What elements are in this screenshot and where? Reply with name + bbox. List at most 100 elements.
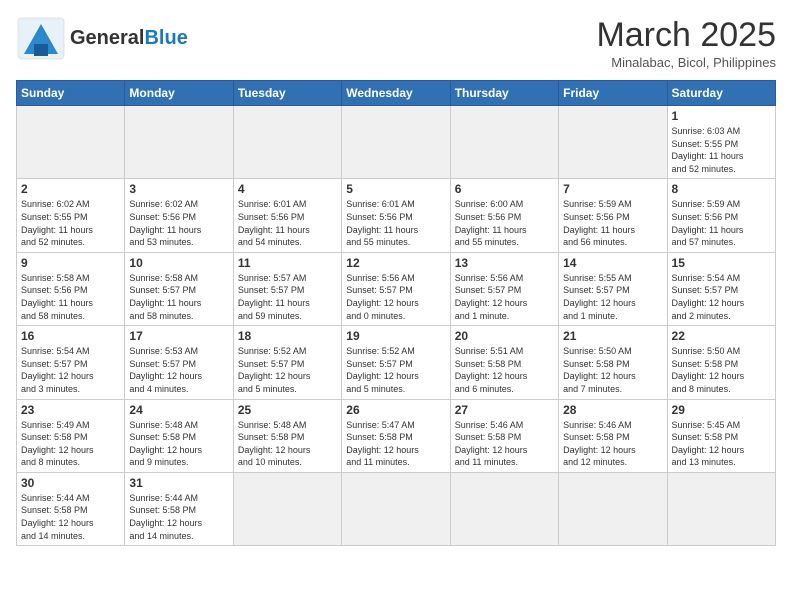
day-info: Sunrise: 5:56 AM Sunset: 5:57 PM Dayligh… bbox=[346, 272, 445, 322]
day-info: Sunrise: 5:53 AM Sunset: 5:57 PM Dayligh… bbox=[129, 345, 228, 395]
day-number: 1 bbox=[672, 109, 771, 123]
day-info: Sunrise: 5:48 AM Sunset: 5:58 PM Dayligh… bbox=[238, 419, 337, 469]
day-cell-12: 12 Sunrise: 5:56 AM Sunset: 5:57 PM Dayli… bbox=[342, 252, 450, 325]
logo: GeneralBlue bbox=[16, 16, 188, 61]
calendar-row: 2Sunrise: 6:02 AM Sunset: 5:55 PM Daylig… bbox=[17, 179, 776, 252]
weekday-thursday: Thursday bbox=[450, 81, 558, 106]
empty-cell bbox=[125, 106, 233, 179]
day-number: 13 bbox=[455, 256, 554, 270]
weekday-friday: Friday bbox=[559, 81, 667, 106]
day-number: 18 bbox=[238, 329, 337, 343]
day-number: 2 bbox=[21, 182, 120, 196]
day-cell-31: 31Sunrise: 5:44 AM Sunset: 5:58 PM Dayli… bbox=[125, 472, 233, 545]
day-cell-13: 13 Sunrise: 5:56 AM Sunset: 5:57 PM Dayli… bbox=[450, 252, 558, 325]
weekday-tuesday: Tuesday bbox=[233, 81, 341, 106]
empty-cell bbox=[233, 472, 341, 545]
calendar-table: SundayMondayTuesdayWednesdayThursdayFrid… bbox=[16, 80, 776, 546]
day-number: 22 bbox=[672, 329, 771, 343]
day-cell-24: 24 Sunrise: 5:48 AM Sunset: 5:58 PM Dayli… bbox=[125, 399, 233, 472]
day-cell-23: 23 Sunrise: 5:49 AM Sunset: 5:58 PM Dayli… bbox=[17, 399, 125, 472]
day-cell-18: 18 Sunrise: 5:52 AM Sunset: 5:57 PM Dayli… bbox=[233, 326, 341, 399]
day-cell-14: 14 Sunrise: 5:55 AM Sunset: 5:57 PM Dayli… bbox=[559, 252, 667, 325]
weekday-sunday: Sunday bbox=[17, 81, 125, 106]
day-number: 3 bbox=[129, 182, 228, 196]
calendar-row: 1 Sunrise: 6:03 AM Sunset: 5:55 PM Daylig… bbox=[17, 106, 776, 179]
day-info: Sunrise: 5:55 AM Sunset: 5:57 PM Dayligh… bbox=[563, 272, 662, 322]
day-number: 19 bbox=[346, 329, 445, 343]
calendar-row: 23 Sunrise: 5:49 AM Sunset: 5:58 PM Dayli… bbox=[17, 399, 776, 472]
day-number: 21 bbox=[563, 329, 662, 343]
empty-cell bbox=[667, 472, 775, 545]
day-cell-28: 28Sunrise: 5:46 AM Sunset: 5:58 PM Dayli… bbox=[559, 399, 667, 472]
day-number: 15 bbox=[672, 256, 771, 270]
page-header: GeneralBlue March 2025 Minalabac, Bicol,… bbox=[16, 16, 776, 70]
day-number: 29 bbox=[672, 403, 771, 417]
day-info: Sunrise: 5:50 AM Sunset: 5:58 PM Dayligh… bbox=[672, 345, 771, 395]
day-cell-26: 26Sunrise: 5:47 AM Sunset: 5:58 PM Dayli… bbox=[342, 399, 450, 472]
day-cell-4: 4 Sunrise: 6:01 AM Sunset: 5:56 PM Daylig… bbox=[233, 179, 341, 252]
day-cell-9: 9Sunrise: 5:58 AM Sunset: 5:56 PM Daylig… bbox=[17, 252, 125, 325]
day-info: Sunrise: 5:49 AM Sunset: 5:58 PM Dayligh… bbox=[21, 419, 120, 469]
day-info: Sunrise: 6:03 AM Sunset: 5:55 PM Dayligh… bbox=[672, 125, 771, 175]
logo-general: General bbox=[70, 27, 144, 49]
day-number: 17 bbox=[129, 329, 228, 343]
day-number: 31 bbox=[129, 476, 228, 490]
day-number: 8 bbox=[672, 182, 771, 196]
day-cell-1: 1 Sunrise: 6:03 AM Sunset: 5:55 PM Daylig… bbox=[667, 106, 775, 179]
calendar-row: 30 Sunrise: 5:44 AM Sunset: 5:58 PM Dayli… bbox=[17, 472, 776, 545]
day-info: Sunrise: 5:48 AM Sunset: 5:58 PM Dayligh… bbox=[129, 419, 228, 469]
calendar-row: 9Sunrise: 5:58 AM Sunset: 5:56 PM Daylig… bbox=[17, 252, 776, 325]
day-cell-10: 10Sunrise: 5:58 AM Sunset: 5:57 PM Dayli… bbox=[125, 252, 233, 325]
day-cell-6: 6Sunrise: 6:00 AM Sunset: 5:56 PM Daylig… bbox=[450, 179, 558, 252]
day-number: 23 bbox=[21, 403, 120, 417]
day-number: 24 bbox=[129, 403, 228, 417]
day-cell-17: 17 Sunrise: 5:53 AM Sunset: 5:57 PM Dayli… bbox=[125, 326, 233, 399]
day-info: Sunrise: 5:56 AM Sunset: 5:57 PM Dayligh… bbox=[455, 272, 554, 322]
day-info: Sunrise: 5:54 AM Sunset: 5:57 PM Dayligh… bbox=[21, 345, 120, 395]
day-cell-5: 5 Sunrise: 6:01 AM Sunset: 5:56 PM Daylig… bbox=[342, 179, 450, 252]
day-cell-25: 25 Sunrise: 5:48 AM Sunset: 5:58 PM Dayli… bbox=[233, 399, 341, 472]
day-number: 5 bbox=[346, 182, 445, 196]
weekday-wednesday: Wednesday bbox=[342, 81, 450, 106]
calendar-row: 16 Sunrise: 5:54 AM Sunset: 5:57 PM Dayli… bbox=[17, 326, 776, 399]
day-info: Sunrise: 5:50 AM Sunset: 5:58 PM Dayligh… bbox=[563, 345, 662, 395]
day-number: 26 bbox=[346, 403, 445, 417]
empty-cell bbox=[559, 472, 667, 545]
logo-icon bbox=[16, 16, 66, 61]
day-number: 30 bbox=[21, 476, 120, 490]
day-number: 28 bbox=[563, 403, 662, 417]
day-cell-11: 11 Sunrise: 5:57 AM Sunset: 5:57 PM Dayli… bbox=[233, 252, 341, 325]
day-cell-16: 16 Sunrise: 5:54 AM Sunset: 5:57 PM Dayli… bbox=[17, 326, 125, 399]
day-number: 14 bbox=[563, 256, 662, 270]
day-info: Sunrise: 5:52 AM Sunset: 5:57 PM Dayligh… bbox=[238, 345, 337, 395]
day-cell-21: 21 Sunrise: 5:50 AM Sunset: 5:58 PM Dayli… bbox=[559, 326, 667, 399]
day-info: Sunrise: 6:01 AM Sunset: 5:56 PM Dayligh… bbox=[346, 198, 445, 248]
day-cell-2: 2Sunrise: 6:02 AM Sunset: 5:55 PM Daylig… bbox=[17, 179, 125, 252]
day-cell-27: 27Sunrise: 5:46 AM Sunset: 5:58 PM Dayli… bbox=[450, 399, 558, 472]
day-cell-15: 15 Sunrise: 5:54 AM Sunset: 5:57 PM Dayli… bbox=[667, 252, 775, 325]
day-info: Sunrise: 5:45 AM Sunset: 5:58 PM Dayligh… bbox=[672, 419, 771, 469]
day-number: 16 bbox=[21, 329, 120, 343]
location: Minalabac, Bicol, Philippines bbox=[596, 55, 776, 70]
weekday-header-row: SundayMondayTuesdayWednesdayThursdayFrid… bbox=[17, 81, 776, 106]
day-info: Sunrise: 5:52 AM Sunset: 5:57 PM Dayligh… bbox=[346, 345, 445, 395]
day-info: Sunrise: 5:57 AM Sunset: 5:57 PM Dayligh… bbox=[238, 272, 337, 322]
empty-cell bbox=[233, 106, 341, 179]
day-cell-20: 20Sunrise: 5:51 AM Sunset: 5:58 PM Dayli… bbox=[450, 326, 558, 399]
day-info: Sunrise: 5:59 AM Sunset: 5:56 PM Dayligh… bbox=[672, 198, 771, 248]
day-number: 27 bbox=[455, 403, 554, 417]
day-cell-29: 29 Sunrise: 5:45 AM Sunset: 5:58 PM Dayli… bbox=[667, 399, 775, 472]
day-number: 4 bbox=[238, 182, 337, 196]
day-info: Sunrise: 5:59 AM Sunset: 5:56 PM Dayligh… bbox=[563, 198, 662, 248]
empty-cell bbox=[450, 106, 558, 179]
day-info: Sunrise: 5:54 AM Sunset: 5:57 PM Dayligh… bbox=[672, 272, 771, 322]
day-cell-19: 19 Sunrise: 5:52 AM Sunset: 5:57 PM Dayli… bbox=[342, 326, 450, 399]
day-number: 12 bbox=[346, 256, 445, 270]
day-number: 11 bbox=[238, 256, 337, 270]
day-info: Sunrise: 5:44 AM Sunset: 5:58 PM Dayligh… bbox=[21, 492, 120, 542]
day-cell-3: 3Sunrise: 6:02 AM Sunset: 5:56 PM Daylig… bbox=[125, 179, 233, 252]
weekday-monday: Monday bbox=[125, 81, 233, 106]
month-year: March 2025 bbox=[596, 16, 776, 55]
day-number: 25 bbox=[238, 403, 337, 417]
day-info: Sunrise: 6:01 AM Sunset: 5:56 PM Dayligh… bbox=[238, 198, 337, 248]
